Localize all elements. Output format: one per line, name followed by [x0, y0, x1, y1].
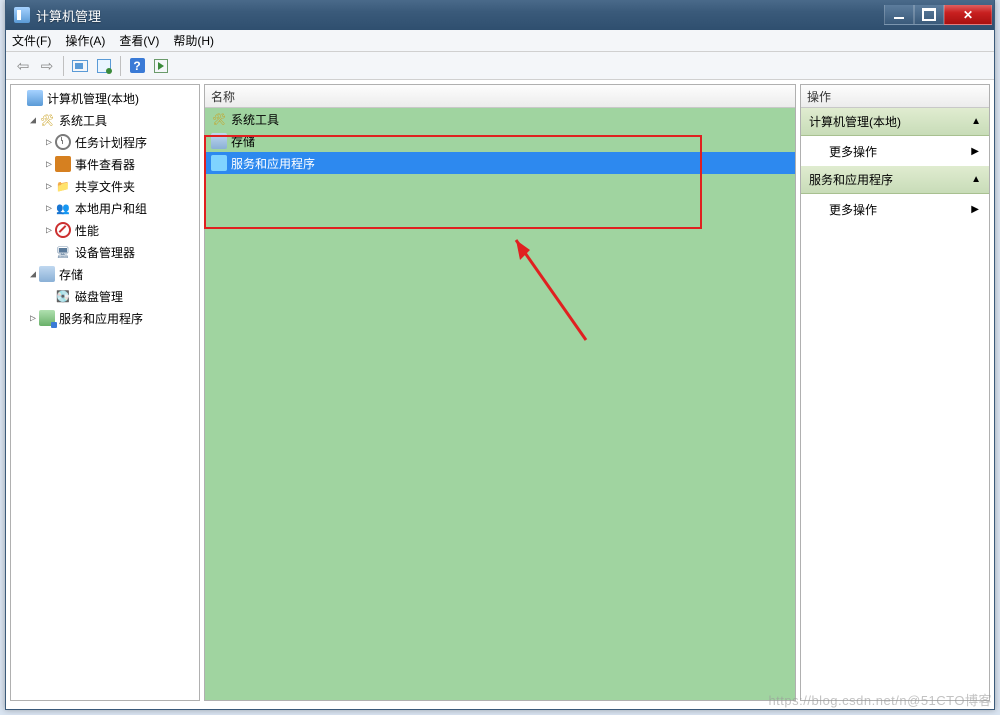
expand-icon[interactable]: ▷ — [43, 225, 55, 236]
tree-label: 共享文件夹 — [75, 178, 135, 195]
storage-icon — [211, 133, 227, 149]
tree-label: 磁盘管理 — [75, 288, 123, 305]
tree-device-manager[interactable]: 设备管理器 — [11, 241, 199, 263]
group-label: 计算机管理(本地) — [809, 113, 901, 130]
tree-label: 计算机管理(本地) — [47, 90, 139, 107]
users-icon — [55, 200, 71, 216]
list-panel: 名称 系统工具 存储 服务和应用程序 — [204, 84, 796, 701]
tree-panel: 计算机管理(本地) ◢ 系统工具 ▷ 任务计划程序 ▷ 事件查看器 — [10, 84, 200, 701]
menu-view[interactable]: 查看(V) — [119, 32, 159, 49]
action-label: 更多操作 — [829, 201, 877, 218]
action-label: 更多操作 — [829, 143, 877, 160]
toolbar: ? — [6, 52, 994, 80]
close-button[interactable] — [944, 5, 992, 25]
tree-label: 任务计划程序 — [75, 134, 147, 151]
tree-label: 系统工具 — [59, 112, 107, 129]
tree-label: 服务和应用程序 — [59, 310, 143, 327]
storage-icon — [39, 266, 55, 282]
tools-icon — [211, 111, 227, 127]
tree-label: 事件查看器 — [75, 156, 135, 173]
action-more-2[interactable]: 更多操作 ▶ — [801, 194, 989, 224]
tools-icon — [39, 112, 55, 128]
app-icon — [14, 7, 30, 23]
list-item-storage[interactable]: 存储 — [205, 130, 795, 152]
disk-icon — [55, 288, 71, 304]
list-label: 系统工具 — [231, 111, 279, 128]
expand-icon[interactable]: ▷ — [43, 203, 55, 214]
window-buttons — [884, 5, 992, 25]
titlebar[interactable]: 计算机管理 — [6, 0, 994, 30]
column-header-name[interactable]: 名称 — [205, 85, 795, 108]
menu-file[interactable]: 文件(F) — [12, 32, 51, 49]
performance-icon — [55, 222, 71, 238]
tree-label: 设备管理器 — [75, 244, 135, 261]
services-icon — [39, 310, 55, 326]
tree-services-apps[interactable]: ▷ 服务和应用程序 — [11, 307, 199, 329]
back-button[interactable] — [12, 55, 34, 77]
menu-help[interactable]: 帮助(H) — [173, 32, 214, 49]
actions-header: 操作 — [801, 85, 989, 108]
actions-panel: 操作 计算机管理(本地) ▲ 更多操作 ▶ 服务和应用程序 ▲ 更多操作 ▶ — [800, 84, 990, 701]
chevron-up-icon: ▲ — [971, 174, 981, 185]
tree-shared-folders[interactable]: ▷ 共享文件夹 — [11, 175, 199, 197]
tree-label: 存储 — [59, 266, 83, 283]
list-body[interactable]: 系统工具 存储 服务和应用程序 — [205, 108, 795, 700]
services-icon — [211, 155, 227, 171]
tree-disk-mgmt[interactable]: 磁盘管理 — [11, 285, 199, 307]
show-hide-tree-button[interactable] — [69, 55, 91, 77]
chevron-right-icon: ▶ — [971, 204, 979, 215]
device-mgr-icon — [55, 244, 71, 260]
expand-icon[interactable]: ▷ — [43, 181, 55, 192]
expand-icon[interactable]: ▷ — [43, 137, 55, 148]
app-window: 计算机管理 文件(F) 操作(A) 查看(V) 帮助(H) ? — [5, 0, 995, 710]
toolbar-separator — [120, 56, 121, 76]
help-button[interactable]: ? — [126, 55, 148, 77]
tree-storage[interactable]: ◢ 存储 — [11, 263, 199, 285]
collapse-icon[interactable]: ◢ — [27, 269, 39, 280]
actions-group-services-apps[interactable]: 服务和应用程序 ▲ — [801, 166, 989, 194]
tree-label: 本地用户和组 — [75, 200, 147, 217]
tree-task-scheduler[interactable]: ▷ 任务计划程序 — [11, 131, 199, 153]
menu-action[interactable]: 操作(A) — [65, 32, 105, 49]
maximize-button[interactable] — [914, 5, 944, 25]
column-label: 名称 — [211, 88, 235, 105]
toolbar-separator — [63, 56, 64, 76]
folder-share-icon — [55, 178, 71, 194]
tree[interactable]: 计算机管理(本地) ◢ 系统工具 ▷ 任务计划程序 ▷ 事件查看器 — [11, 85, 199, 700]
tree-label: 性能 — [75, 222, 99, 239]
collapse-icon[interactable]: ◢ — [27, 115, 39, 126]
actions-title: 操作 — [807, 88, 831, 105]
list-item-services-apps[interactable]: 服务和应用程序 — [205, 152, 795, 174]
chevron-up-icon: ▲ — [971, 116, 981, 127]
menubar: 文件(F) 操作(A) 查看(V) 帮助(H) — [6, 30, 994, 52]
window-title: 计算机管理 — [36, 6, 884, 25]
expand-icon[interactable]: ▷ — [43, 159, 55, 170]
minimize-button[interactable] — [884, 5, 914, 25]
tree-local-users[interactable]: ▷ 本地用户和组 — [11, 197, 199, 219]
event-icon — [55, 156, 71, 172]
tree-root[interactable]: 计算机管理(本地) — [11, 87, 199, 109]
forward-button[interactable] — [36, 55, 58, 77]
action-more-1[interactable]: 更多操作 ▶ — [801, 136, 989, 166]
expand-icon[interactable]: ▷ — [27, 313, 39, 324]
list-label: 存储 — [231, 133, 255, 150]
group-label: 服务和应用程序 — [809, 171, 893, 188]
list-item-sys-tools[interactable]: 系统工具 — [205, 108, 795, 130]
list-label: 服务和应用程序 — [231, 155, 315, 172]
chevron-right-icon: ▶ — [971, 146, 979, 157]
clock-icon — [55, 134, 71, 150]
tree-sys-tools[interactable]: ◢ 系统工具 — [11, 109, 199, 131]
body: 计算机管理(本地) ◢ 系统工具 ▷ 任务计划程序 ▷ 事件查看器 — [6, 80, 994, 705]
properties-button[interactable] — [93, 55, 115, 77]
computer-mgmt-icon — [27, 90, 43, 106]
tree-event-viewer[interactable]: ▷ 事件查看器 — [11, 153, 199, 175]
run-button[interactable] — [150, 55, 172, 77]
tree-performance[interactable]: ▷ 性能 — [11, 219, 199, 241]
watermark: https://blog.csdn.net/n@51CTO博客 — [768, 690, 992, 709]
actions-group-computer-mgmt[interactable]: 计算机管理(本地) ▲ — [801, 108, 989, 136]
